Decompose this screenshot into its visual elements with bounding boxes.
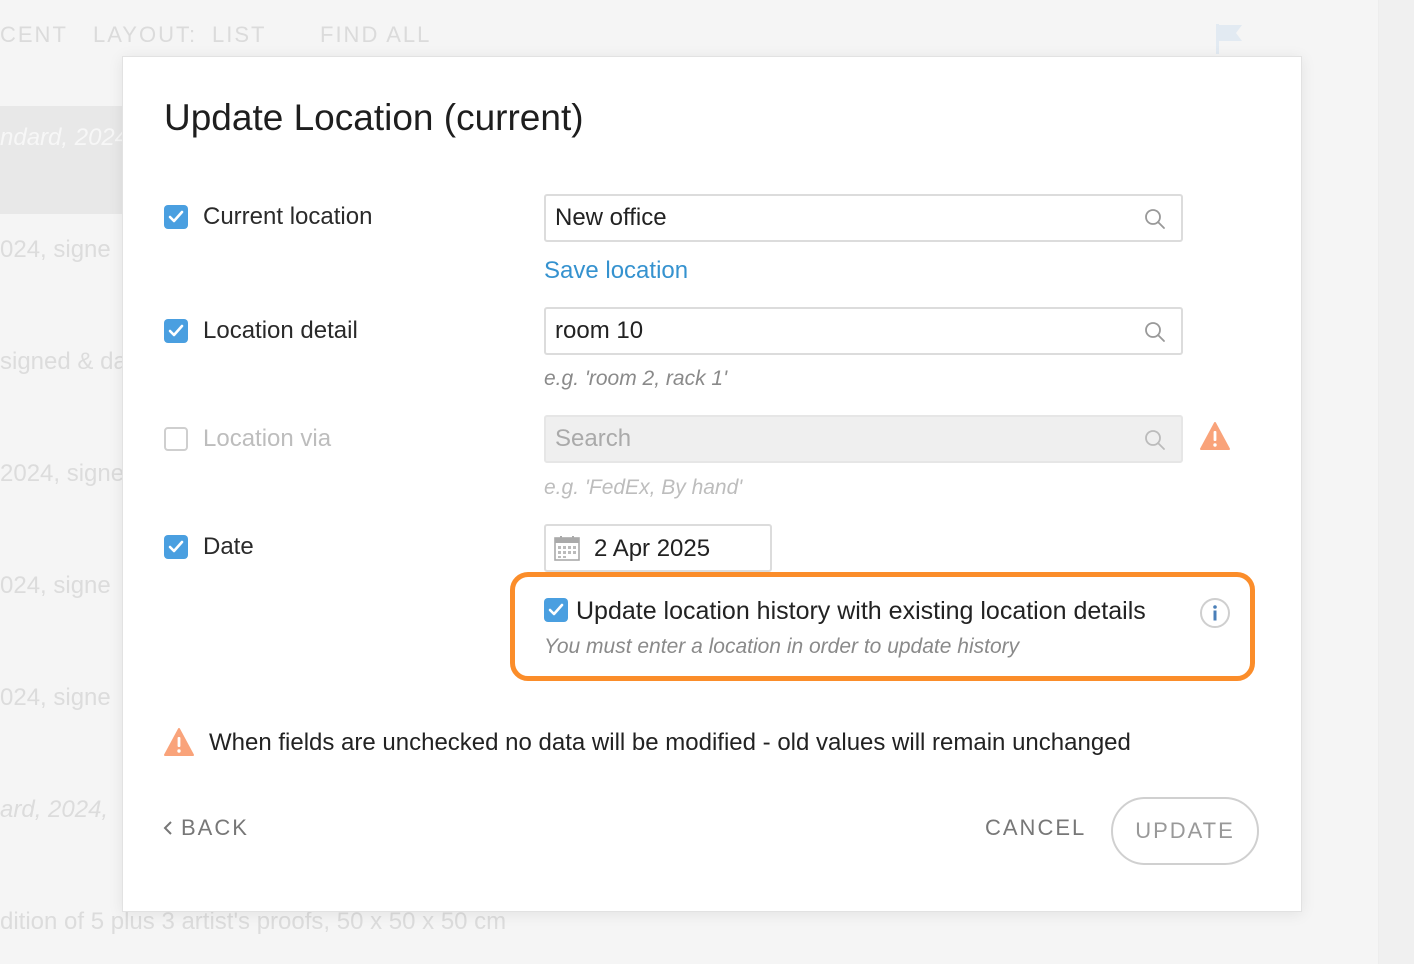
checkmark-icon: [168, 324, 184, 337]
location-detail-hint: e.g. 'room 2, rack 1': [544, 367, 728, 390]
date-value: 2 Apr 2025: [594, 535, 711, 562]
date-checkbox[interactable]: [164, 535, 188, 559]
location-detail-checkbox[interactable]: [164, 319, 188, 343]
location-via-input[interactable]: [546, 417, 1181, 461]
update-history-label: Update location history with existing lo…: [576, 597, 1146, 625]
search-icon[interactable]: [1143, 320, 1167, 344]
search-icon[interactable]: [1143, 207, 1167, 231]
current-location-input[interactable]: [546, 196, 1181, 240]
date-label: Date: [203, 533, 254, 560]
current-location-field: [544, 194, 1183, 242]
chevron-left-icon: [163, 821, 172, 835]
info-icon[interactable]: [1199, 597, 1231, 629]
checkmark-icon: [168, 210, 184, 223]
update-location-dialog: Update Location (current) Current locati…: [122, 56, 1302, 912]
dialog-title: Update Location (current): [164, 97, 584, 138]
search-icon: [1145, 430, 1165, 450]
update-history-checkbox[interactable]: [544, 598, 568, 622]
update-button[interactable]: UPDATE: [1111, 797, 1259, 865]
checkmark-icon: [548, 603, 564, 616]
save-location-link[interactable]: Save location: [544, 257, 688, 285]
location-via-hint: e.g. 'FedEx, By hand': [544, 476, 743, 499]
current-location-label: Current location: [203, 203, 373, 230]
location-via-checkbox[interactable]: [164, 427, 188, 451]
checkmark-icon: [168, 540, 184, 553]
date-picker[interactable]: 2 Apr 2025: [544, 524, 772, 572]
warning-icon: [164, 728, 194, 756]
current-location-checkbox[interactable]: [164, 205, 188, 229]
warning-icon: [1200, 422, 1230, 450]
location-detail-field: [544, 307, 1183, 355]
unchecked-fields-notice: When fields are unchecked no data will b…: [209, 729, 1131, 756]
location-detail-label: Location detail: [203, 317, 358, 344]
location-via-field: [544, 415, 1183, 463]
back-button[interactable]: BACK: [163, 815, 249, 841]
cancel-button[interactable]: CANCEL: [985, 815, 1086, 841]
location-detail-input[interactable]: [546, 309, 1181, 353]
calendar-icon: [554, 536, 580, 561]
history-highlight-box: [510, 572, 1255, 681]
back-button-label: BACK: [181, 815, 249, 840]
update-history-note: You must enter a location in order to up…: [544, 635, 1020, 658]
location-via-label: Location via: [203, 425, 332, 452]
